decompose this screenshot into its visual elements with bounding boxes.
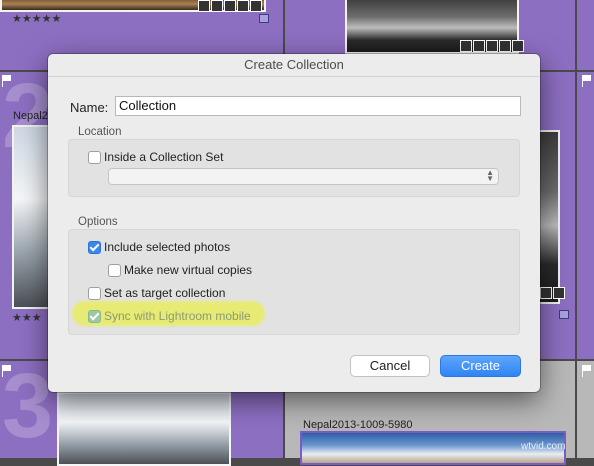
thumbnail-photo[interactable] xyxy=(57,392,231,466)
watermark: wtvid.com xyxy=(521,441,566,452)
thumbnail-badges xyxy=(460,40,524,52)
sync-lightroom-mobile-label: Sync with Lightroom mobile xyxy=(104,309,251,323)
grid-cell-top-right[interactable] xyxy=(577,0,594,70)
set-target-collection-checkbox[interactable] xyxy=(88,287,101,300)
collection-icon xyxy=(486,40,498,52)
options-section-label: Options xyxy=(78,216,118,228)
grid-cell-mid-right[interactable] xyxy=(577,72,594,359)
sync-badge-icon xyxy=(259,14,269,23)
flag-icon[interactable] xyxy=(582,75,592,87)
set-target-collection-label[interactable]: Set as target collection xyxy=(104,286,225,300)
collection-set-select[interactable]: ▲ ▼ xyxy=(108,168,499,185)
flag-icon[interactable] xyxy=(582,365,592,377)
flag-icon[interactable] xyxy=(2,75,12,87)
sync-badge-icon xyxy=(559,310,569,319)
dialog-title: Create Collection xyxy=(48,54,540,77)
comment-icon xyxy=(473,40,485,52)
cancel-button[interactable]: Cancel xyxy=(350,355,430,377)
create-button[interactable]: Create xyxy=(440,355,521,377)
thumbnail-filename: Nepal2013-1009-5980 xyxy=(303,419,413,431)
inside-collection-set-label[interactable]: Inside a Collection Set xyxy=(104,150,223,164)
chevron-updown-icon: ▲ ▼ xyxy=(486,168,494,183)
make-virtual-copies-label[interactable]: Make new virtual copies xyxy=(124,263,252,277)
name-label: Name: xyxy=(70,100,109,115)
make-virtual-copies-checkbox[interactable] xyxy=(108,264,121,277)
keyword-icon xyxy=(198,0,210,12)
develop-icon xyxy=(553,287,565,299)
include-selected-photos-label[interactable]: Include selected photos xyxy=(104,240,230,254)
thumbnail-badges xyxy=(198,0,262,12)
star-rating[interactable]: ★★★★★ xyxy=(12,12,61,25)
collection-icon xyxy=(224,0,236,12)
location-section-label: Location xyxy=(78,126,122,138)
star-rating[interactable]: ★★★ xyxy=(12,311,42,324)
develop-icon xyxy=(250,0,262,12)
crop-icon xyxy=(499,40,511,52)
comment-icon xyxy=(211,0,223,12)
crop-icon xyxy=(540,287,552,299)
crop-icon xyxy=(237,0,249,12)
flag-icon[interactable] xyxy=(2,365,12,377)
include-selected-photos-checkbox[interactable] xyxy=(88,241,101,254)
keyword-icon xyxy=(460,40,472,52)
collection-name-input[interactable]: Collection xyxy=(115,96,521,116)
develop-icon xyxy=(512,40,524,52)
inside-collection-set-checkbox[interactable] xyxy=(88,151,101,164)
thumbnail-photo[interactable] xyxy=(538,130,560,304)
create-collection-dialog: Create Collection Name: Collection Locat… xyxy=(48,54,540,392)
sync-lightroom-mobile-checkbox xyxy=(88,310,101,323)
thumbnail-filename: Nepal2 xyxy=(13,110,48,122)
thumbnail-badges xyxy=(540,287,565,299)
